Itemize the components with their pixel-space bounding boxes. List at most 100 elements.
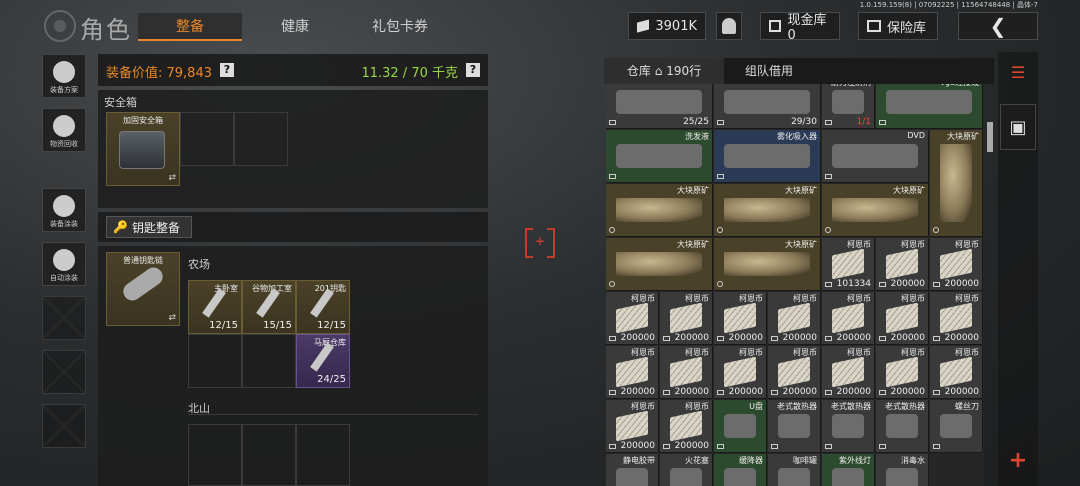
cash-icon xyxy=(886,248,918,280)
item-icon xyxy=(832,414,864,438)
inventory-item[interactable]: 柯恩币 200000 xyxy=(714,346,767,399)
profile-button[interactable] xyxy=(716,12,742,40)
sidebar-item-label: 物资回收 xyxy=(50,140,78,148)
inventory-item[interactable]: 老式散热器 xyxy=(876,400,929,453)
keys-loadout-button[interactable]: 🔑 钥匙整备 xyxy=(106,216,192,238)
item-name: 柯恩币 xyxy=(793,348,817,357)
item-count: 200000 xyxy=(836,333,871,343)
inventory-item[interactable]: DVD xyxy=(822,130,929,183)
inventory-item[interactable]: 柯恩币 200000 xyxy=(660,400,713,453)
item-count: 200000 xyxy=(944,387,979,397)
tab-loadout[interactable]: 整备 xyxy=(138,13,242,41)
inventory-item[interactable]: U盘 xyxy=(714,400,767,453)
cash-icon xyxy=(778,356,810,388)
help-icon[interactable]: ? xyxy=(220,63,234,77)
inventory-item[interactable]: 柯恩币 200000 xyxy=(660,346,713,399)
money-display[interactable]: 3901K xyxy=(628,12,706,40)
inventory-item[interactable]: 柯恩币 200000 xyxy=(606,400,659,453)
inventory-item[interactable]: 螺丝刀 xyxy=(930,400,983,453)
empty-slot[interactable] xyxy=(234,112,288,166)
safe-vault-button[interactable]: 保险库 xyxy=(858,12,938,40)
inventory-item[interactable]: 老式散热器 xyxy=(822,400,875,453)
item-tag-icon xyxy=(609,120,616,125)
cash-icon xyxy=(832,302,864,334)
inventory-item[interactable]: 缓降器 xyxy=(714,454,767,486)
inventory-item[interactable]: 火花塞 xyxy=(660,454,713,486)
inventory-item[interactable]: 大块原矿 xyxy=(930,130,983,237)
item-tag-icon xyxy=(717,227,723,233)
item-name: 柯恩币 xyxy=(793,294,817,303)
sort-layers-icon[interactable]: ☰ xyxy=(1000,54,1036,90)
inventory-item[interactable]: vga连接线 xyxy=(876,84,983,129)
inventory-item[interactable]: 老式散热器 xyxy=(768,400,821,453)
inventory-item[interactable]: 柯恩币 200000 xyxy=(930,346,983,399)
safebox-item[interactable]: 加固安全箱 ⇄ xyxy=(106,112,180,186)
stack-button[interactable]: ▣ xyxy=(1000,104,1036,150)
inventory-item[interactable]: 柯恩币 200000 xyxy=(876,292,929,345)
inventory-item[interactable]: 29/30 xyxy=(714,84,821,129)
key-item[interactable]: 主卧室 12/15 xyxy=(188,280,242,334)
item-name: 螺丝刀 xyxy=(955,402,979,411)
sidebar-item-paint[interactable]: 装备涂装 xyxy=(42,188,86,232)
inventory-item[interactable]: 柯恩币 200000 xyxy=(822,292,875,345)
tab-gift-cards[interactable]: 礼包卡券 xyxy=(348,13,452,41)
inventory-item[interactable]: 大块原矿 xyxy=(714,184,821,237)
help-icon[interactable]: ? xyxy=(466,63,480,77)
inventory-item[interactable]: 大块原矿 xyxy=(714,238,821,291)
cash-vault-button[interactable]: 现金库 0 xyxy=(760,12,840,43)
avatar-icon xyxy=(722,18,736,34)
item-count: 25/25 xyxy=(683,117,709,127)
tab-health[interactable]: 健康 xyxy=(243,13,347,41)
inventory-item[interactable]: 柯恩币 200000 xyxy=(606,292,659,345)
inventory-item[interactable]: 柯恩币 200000 xyxy=(876,238,929,291)
inventory-item[interactable]: 大块原矿 xyxy=(822,184,929,237)
key-item[interactable]: 马厩仓库 24/25 xyxy=(296,334,350,388)
empty-slot[interactable] xyxy=(296,424,350,486)
inventory-item[interactable]: 洗发液 xyxy=(606,130,713,183)
inventory-item[interactable]: 柯恩币 200000 xyxy=(930,238,983,291)
item-count: 200000 xyxy=(674,441,709,451)
inventory-item[interactable]: 雾化吸入器 xyxy=(714,130,821,183)
sidebar-item-loadout-plan[interactable]: 装备方案 xyxy=(42,54,86,98)
sidebar-item-recycle[interactable]: 物资回收 xyxy=(42,108,86,152)
empty-slot[interactable] xyxy=(188,424,242,486)
inventory-item[interactable]: 咖啡罐 xyxy=(768,454,821,486)
inventory-item[interactable]: 25/25 xyxy=(606,84,713,129)
empty-slot[interactable] xyxy=(180,112,234,166)
tab-storage[interactable]: 仓库 ⌂ 190行 xyxy=(604,58,724,84)
inventory-item[interactable]: 柯恩币 200000 xyxy=(606,346,659,399)
key-item[interactable]: 201钥匙 12/15 xyxy=(296,280,350,334)
inventory-item[interactable]: 柯恩币 200000 xyxy=(714,292,767,345)
swap-icon: ⇄ xyxy=(168,173,176,183)
inventory-item[interactable]: 紫外线灯 xyxy=(822,454,875,486)
cash-icon xyxy=(778,302,810,334)
inventory-item[interactable]: 柯恩币 200000 xyxy=(930,292,983,345)
keychain-item[interactable]: 普通钥匙链 ⇄ xyxy=(106,252,180,326)
inventory-item[interactable]: 消毒水 xyxy=(876,454,929,486)
tab-team-borrow[interactable]: 组队借用 xyxy=(724,58,814,84)
scrollbar[interactable] xyxy=(987,122,993,152)
inventory-item[interactable]: 柯恩币 101334 xyxy=(822,238,875,291)
inventory-item[interactable]: 静电胶带 xyxy=(606,454,659,486)
inventory-item[interactable]: 柯恩币 200000 xyxy=(822,346,875,399)
item-icon xyxy=(724,144,810,168)
empty-slot[interactable] xyxy=(242,424,296,486)
empty-slot[interactable] xyxy=(188,334,242,388)
empty-slot[interactable] xyxy=(242,334,296,388)
inventory-item[interactable]: 柯恩币 200000 xyxy=(768,292,821,345)
inventory-item[interactable]: 大块原矿 xyxy=(606,184,713,237)
add-button[interactable]: + xyxy=(1000,442,1036,478)
chevron-left-icon: ❮ xyxy=(989,14,1007,38)
item-tag-icon xyxy=(717,336,724,341)
key-item[interactable]: 谷物加工室 15/15 xyxy=(242,280,296,334)
inventory-item[interactable]: 柯恩币 200000 xyxy=(660,292,713,345)
inventory-item[interactable]: 柯恩币 200000 xyxy=(768,346,821,399)
tab-storage-label: 仓库 xyxy=(626,64,651,78)
inventory-item[interactable]: 大块原矿 xyxy=(606,238,713,291)
item-name: 柯恩币 xyxy=(901,348,925,357)
item-icon xyxy=(616,144,702,168)
inventory-item[interactable]: 柯恩币 200000 xyxy=(876,346,929,399)
inventory-item[interactable]: 耐力注射剂 1/1 xyxy=(822,84,875,129)
sidebar-item-auto-paint[interactable]: 自动涂装 xyxy=(42,242,86,286)
back-button[interactable]: ❮ xyxy=(958,12,1038,40)
